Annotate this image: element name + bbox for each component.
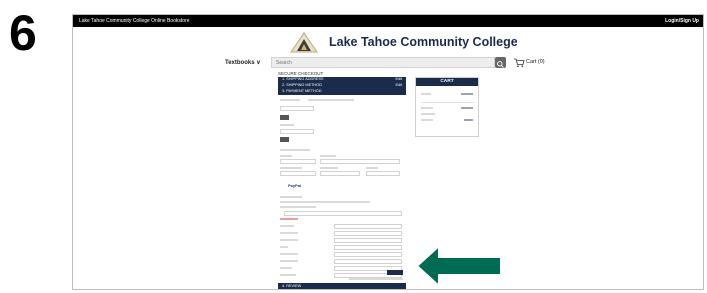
cart-summary-row	[421, 118, 473, 122]
state-select[interactable]	[334, 252, 402, 257]
expiration-label	[320, 167, 338, 169]
country-label	[280, 267, 292, 269]
cart-summary-row	[421, 92, 473, 96]
zip-input[interactable]	[334, 259, 402, 264]
address-line-1-label	[280, 232, 298, 234]
gift-card-note	[308, 99, 354, 101]
same-as-shipping-checkbox[interactable]	[280, 206, 316, 208]
phone-label	[280, 274, 296, 276]
paypal-option[interactable]: PayPal	[280, 181, 310, 191]
card-type-select[interactable]	[280, 159, 316, 164]
step-label: 2. SHIPPING METHOD	[282, 83, 322, 88]
payment-form-body: PayPal	[278, 95, 408, 281]
expiration-select[interactable]	[320, 171, 360, 176]
city-input[interactable]	[334, 245, 402, 250]
city-label	[280, 246, 288, 248]
cardholder-name-input[interactable]	[280, 171, 316, 176]
continue-button[interactable]	[387, 270, 403, 275]
cvv-input[interactable]	[366, 171, 400, 176]
required-fields-note	[280, 218, 298, 220]
edit-link[interactable]: Edit	[395, 83, 402, 89]
step-review[interactable]: 4. REVIEW	[278, 283, 406, 289]
gift-card-input[interactable]	[280, 106, 314, 111]
billing-address-note	[280, 201, 370, 203]
credit-card-option[interactable]	[280, 149, 310, 151]
top-bar: Lake Tahoe Community College Online Book…	[73, 15, 703, 27]
cart-summary-row	[421, 106, 473, 110]
address-line-2-label	[280, 239, 298, 241]
textbooks-menu[interactable]: Textbooks ∨	[225, 59, 261, 66]
step-shipping-address[interactable]: 1. SHIPPING ADDRESS Edit	[278, 77, 406, 83]
pointer-arrow-icon	[416, 245, 502, 287]
site-name: Lake Tahoe Community College Online Book…	[79, 18, 190, 24]
search-icon	[497, 61, 504, 68]
promo-code-label	[280, 124, 294, 126]
billing-address-heading	[280, 196, 302, 198]
card-number-input[interactable]	[320, 159, 400, 164]
first-name-input[interactable]	[334, 224, 402, 229]
cart-summary-row	[421, 112, 473, 116]
step-payment-method[interactable]: 3. PAYMENT METHOD	[278, 89, 406, 95]
step-shipping-method[interactable]: 2. SHIPPING METHOD Edit	[278, 83, 406, 89]
step-label: 3. PAYMENT METHOD	[282, 89, 322, 94]
screenshot-frame: Lake Tahoe Community College Online Book…	[72, 14, 704, 290]
address-line-2-input[interactable]	[334, 238, 402, 243]
cart-summary-divider	[421, 102, 475, 103]
zip-label	[280, 260, 298, 262]
address-line-1-input[interactable]	[334, 231, 402, 236]
search-input[interactable]	[271, 57, 495, 68]
cart-icon[interactable]	[513, 57, 525, 68]
apply-promo-button[interactable]	[280, 137, 289, 142]
search-button[interactable]	[495, 57, 506, 68]
continue-note	[349, 278, 403, 280]
step-label: 1. SHIPPING ADDRESS	[282, 77, 324, 81]
gift-card-label	[280, 99, 300, 101]
login-signup-link[interactable]: Login/Sign Up	[665, 15, 699, 27]
billing-address-select[interactable]	[284, 211, 402, 216]
state-label	[280, 253, 298, 255]
apply-gift-card-button[interactable]	[280, 115, 289, 120]
cart-link[interactable]: Cart (0)	[526, 59, 545, 65]
step-number: 6	[9, 5, 37, 61]
cart-summary-title: CART	[416, 78, 478, 86]
college-logo-icon	[290, 32, 318, 53]
promo-code-input[interactable]	[280, 129, 314, 134]
checkout-form: SECURE CHECKOUT 1. SHIPPING ADDRESS Edit…	[278, 71, 406, 95]
cart-summary: CART	[415, 77, 479, 137]
college-name: Lake Tahoe Community College	[329, 35, 518, 49]
paypal-logo: PayPal	[288, 183, 302, 188]
card-type-label	[280, 155, 292, 157]
cvv-label	[366, 167, 378, 169]
card-number-label	[320, 155, 336, 157]
edit-link[interactable]: Edit	[395, 77, 402, 83]
cardholder-name-label	[280, 167, 302, 169]
first-name-label	[280, 225, 294, 227]
